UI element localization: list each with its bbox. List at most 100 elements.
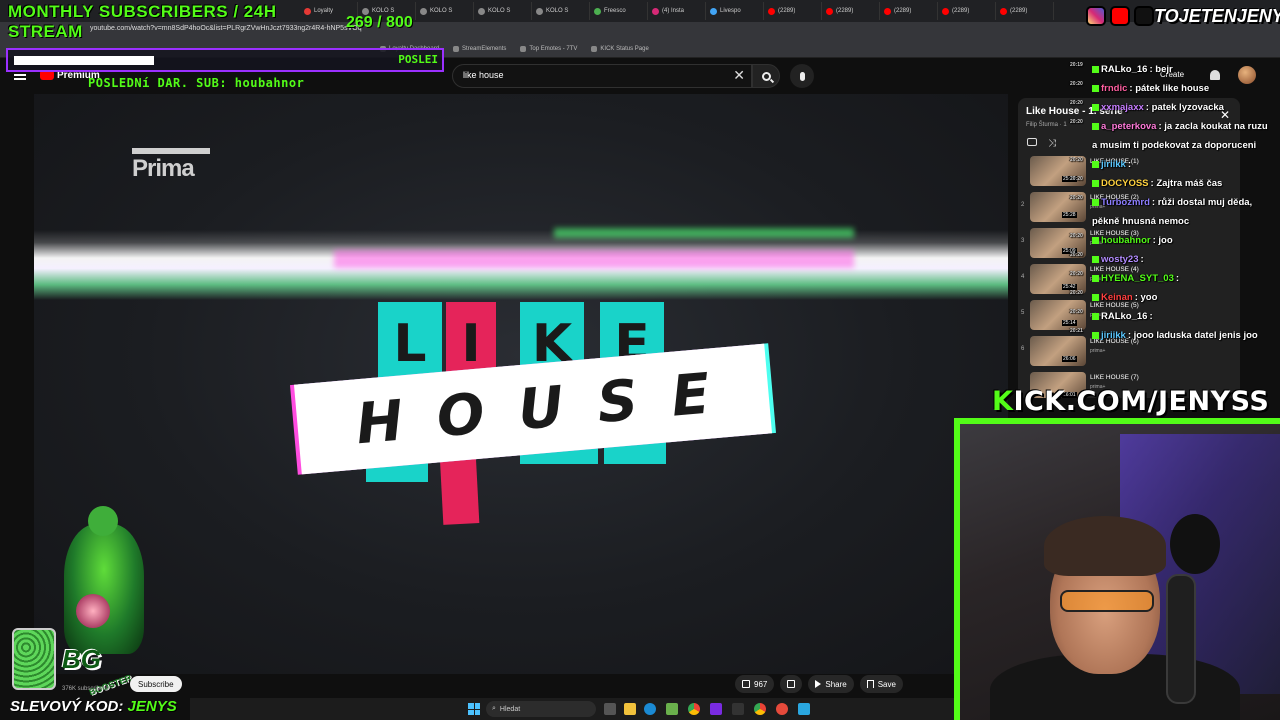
browser-tab[interactable]: KOLO S	[474, 2, 532, 20]
shuffle-icon[interactable]: ⤨	[1048, 138, 1056, 149]
tab-label: Freesco	[604, 8, 626, 14]
tab-label: KOLO S	[546, 8, 569, 14]
bookmark-icon	[591, 45, 598, 52]
share-icon	[815, 680, 822, 688]
kick-badge-icon	[1092, 198, 1099, 206]
kick-badge-icon	[1092, 179, 1099, 187]
search-button[interactable]	[752, 64, 780, 88]
playlist-item-index: 4	[1021, 274, 1025, 280]
tab-label: Loyalty	[314, 8, 334, 14]
browser-tab[interactable]: Freesco	[590, 2, 648, 20]
sponsor-jar	[12, 628, 56, 690]
chrome-icon[interactable]	[754, 703, 766, 715]
browser-tab[interactable]: (2289)	[822, 2, 880, 20]
app-icon[interactable]	[798, 703, 810, 715]
chat-text: :	[1149, 311, 1153, 322]
store-icon[interactable]	[666, 703, 678, 715]
loop-icon[interactable]	[1027, 138, 1037, 146]
chat-text: : pátek like house	[1129, 83, 1210, 94]
file-explorer-icon[interactable]	[624, 703, 636, 715]
mic-icon	[799, 71, 805, 81]
browser-tab[interactable]: KOLO S	[532, 2, 590, 20]
tab-favicon-icon	[710, 7, 717, 15]
chat-time: 20:20	[1070, 233, 1083, 239]
like-button[interactable]: 967	[735, 675, 775, 693]
chat-username: DOCYOSS	[1101, 178, 1149, 189]
edge-icon[interactable]	[644, 703, 656, 715]
app-icon[interactable]	[776, 703, 788, 715]
sub-counter: 269 / 800	[346, 14, 413, 32]
tiktok-icon	[1134, 6, 1154, 26]
tab-favicon-icon	[478, 7, 485, 15]
stream-screen: Loyalty KOLO S KOLO S KOLO S KOLO S Freesco (4…	[0, 0, 1280, 720]
kick-badge-icon	[1092, 312, 1099, 320]
promo-code: SLEVOVÝ KOD: JENYS	[10, 698, 177, 715]
search-value[interactable]: like house	[463, 70, 504, 80]
bookmark-icon	[520, 45, 527, 52]
tab-favicon-icon	[768, 7, 775, 15]
chat-message: 20:20 frndic: pátek like house	[1070, 79, 1274, 98]
kick-badge-icon	[1092, 331, 1099, 339]
chat-message: 20:20 HYENA_SYT_03:	[1070, 269, 1274, 288]
tab-label: (2289)	[836, 8, 854, 14]
bookmark-item[interactable]: Top Emotes - 7TV	[520, 45, 578, 52]
windows-icon[interactable]	[468, 703, 480, 715]
chrome-icon[interactable]	[688, 703, 700, 715]
chat-time: 20:20	[1070, 271, 1083, 277]
app-icon[interactable]	[732, 703, 744, 715]
voice-search-button[interactable]	[790, 64, 814, 88]
dislike-button[interactable]	[780, 675, 803, 693]
chat-text: : jooo laduska datel jenis joo	[1127, 330, 1258, 341]
playlist-item-index: 5	[1021, 310, 1025, 316]
browser-tab[interactable]: KOLO S	[416, 2, 474, 20]
browser-tab[interactable]: Livespo	[706, 2, 764, 20]
chat-username: Turbozmrd	[1101, 197, 1150, 208]
cam-glasses	[1060, 590, 1154, 612]
chat-message: 20:20 Keinan: yoo	[1070, 288, 1274, 307]
search-icon: ⌕	[492, 705, 496, 712]
kick-rest: ICK.COM/JENYSS	[1013, 386, 1270, 417]
task-view-icon[interactable]	[604, 703, 616, 715]
chat-username: wosty23	[1101, 254, 1139, 265]
playlist-item-index: 6	[1021, 346, 1025, 352]
app-icon[interactable]	[710, 703, 722, 715]
kick-badge-icon	[1092, 236, 1099, 244]
save-button[interactable]: Save	[859, 675, 903, 693]
cam-headphones	[1170, 514, 1220, 574]
browser-tab[interactable]: (2289)	[996, 2, 1054, 20]
webcam	[954, 418, 1280, 720]
tab-favicon-icon	[536, 7, 543, 15]
browser-tab[interactable]: (2289)	[764, 2, 822, 20]
chat-username: xxmajaxx	[1101, 102, 1144, 113]
kick-badge-icon	[1092, 160, 1099, 168]
browser-tab[interactable]: (2289)	[880, 2, 938, 20]
bookmark-item[interactable]: StreamElements	[453, 45, 507, 52]
browser-tab[interactable]: (2289)	[938, 2, 996, 20]
playlist-item-index: 2	[1021, 202, 1025, 208]
chat-username: frndic	[1101, 83, 1128, 94]
bookmark-item[interactable]: KICK Status Page	[591, 45, 649, 52]
booster-text: BOOSTER	[87, 672, 133, 698]
sub-goal: / 800	[377, 14, 413, 31]
search-input[interactable]: like house ✕	[452, 64, 752, 88]
chat-username: RALko_16	[1101, 64, 1148, 75]
thumb-up-icon	[742, 680, 750, 688]
thumb-down-icon	[787, 680, 796, 688]
chat-text: :	[1140, 254, 1144, 265]
chat-username: a_peterkova	[1101, 121, 1157, 132]
ticker-frame: POSLEI	[6, 48, 444, 72]
share-button[interactable]: Share	[808, 675, 854, 693]
bookmark-label: Top Emotes - 7TV	[529, 45, 578, 52]
subscribe-button[interactable]: Subscribe	[130, 676, 182, 692]
chat-text: : joo	[1152, 235, 1173, 246]
bookmark-label: StreamElements	[462, 45, 507, 52]
chat-text: : bejr	[1149, 64, 1173, 75]
house-letter: E	[668, 361, 713, 430]
tab-label: Livespo	[720, 8, 741, 14]
chat-message: 20:20 wosty23:	[1070, 250, 1274, 269]
clear-icon[interactable]: ✕	[733, 67, 745, 84]
playlist-item-index: 3	[1021, 238, 1025, 244]
browser-tab[interactable]: (4) Insta	[648, 2, 706, 20]
taskbar-search[interactable]: ⌕ Hledat	[486, 701, 596, 717]
video-player[interactable]: Prima L I K E HOUSE	[34, 94, 1008, 674]
